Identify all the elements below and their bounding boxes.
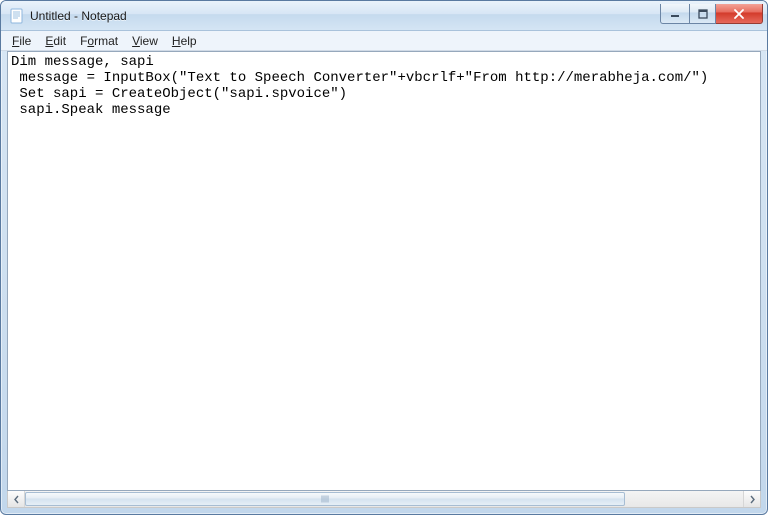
- scroll-grip-icon: [322, 496, 329, 503]
- chevron-right-icon: [749, 495, 756, 504]
- horizontal-scrollbar[interactable]: [7, 491, 761, 508]
- text-editor[interactable]: Dim message, sapi message = InputBox("Te…: [8, 52, 760, 490]
- menu-help[interactable]: Help: [165, 33, 204, 49]
- minimize-button[interactable]: [660, 4, 689, 24]
- close-button[interactable]: [716, 4, 763, 24]
- maximize-button[interactable]: [689, 4, 716, 24]
- minimize-icon: [670, 9, 680, 19]
- scroll-track[interactable]: [25, 491, 743, 507]
- menu-format[interactable]: Format: [73, 33, 125, 49]
- chevron-left-icon: [13, 495, 20, 504]
- scroll-right-button[interactable]: [743, 491, 760, 507]
- window-controls: [660, 4, 763, 24]
- menubar: File Edit Format View Help: [1, 31, 767, 51]
- maximize-icon: [698, 9, 708, 19]
- editor-container: Dim message, sapi message = InputBox("Te…: [7, 51, 761, 491]
- scroll-thumb[interactable]: [25, 492, 625, 506]
- notepad-app-icon: [9, 8, 25, 24]
- notepad-window: Untitled - Notepad File Edit: [0, 0, 768, 515]
- titlebar[interactable]: Untitled - Notepad: [1, 1, 767, 31]
- menu-view[interactable]: View: [125, 33, 165, 49]
- menu-edit[interactable]: Edit: [38, 33, 73, 49]
- menu-file[interactable]: File: [5, 33, 38, 49]
- window-title: Untitled - Notepad: [30, 9, 127, 23]
- close-icon: [733, 9, 745, 19]
- scroll-left-button[interactable]: [8, 491, 25, 507]
